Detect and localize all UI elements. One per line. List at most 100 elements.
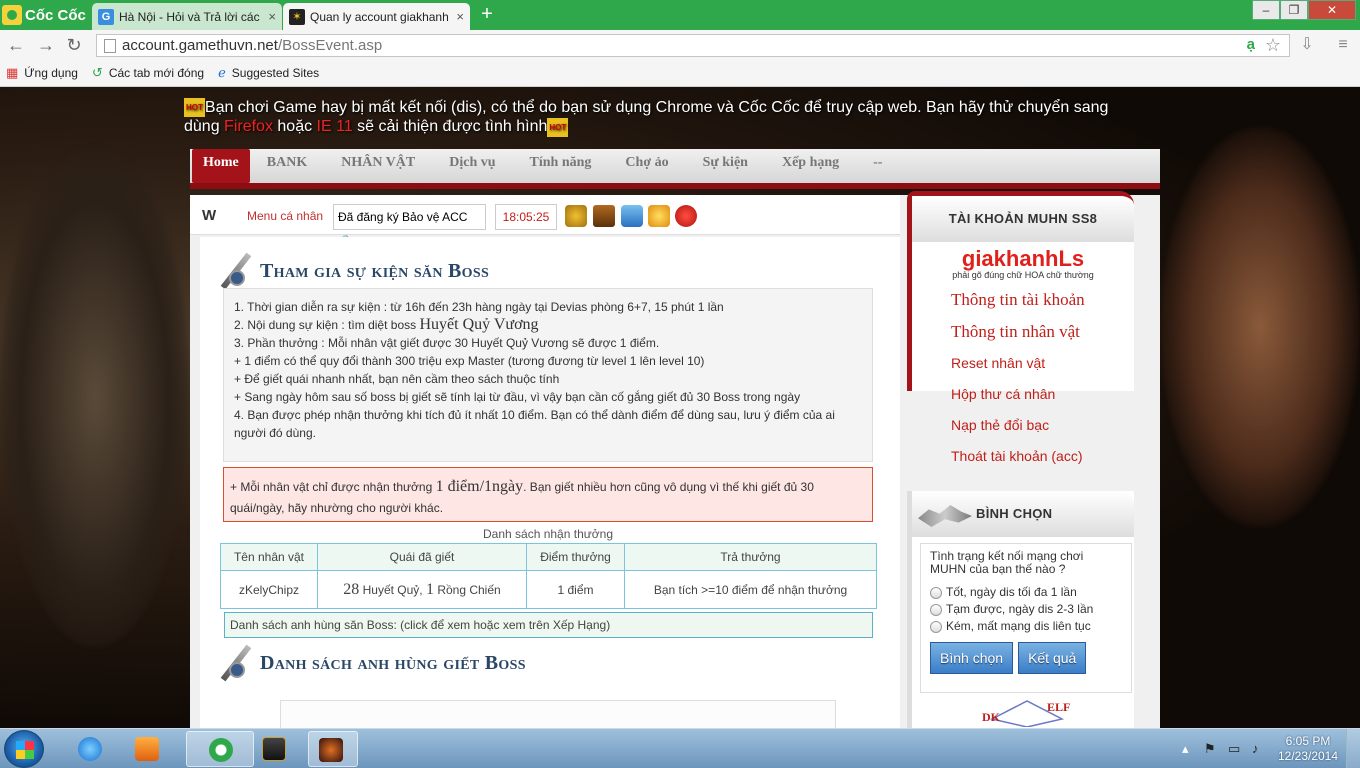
reload-icon[interactable]: ↻: [64, 35, 84, 55]
menu-home[interactable]: Home: [192, 149, 250, 183]
link-character-info[interactable]: Thông tin nhân vật: [951, 316, 1129, 348]
reward-status: Bạn tích >=10 điểm để nhận thưởng: [624, 570, 877, 609]
username: giakhanhLs: [961, 246, 1085, 271]
start-button[interactable]: [4, 730, 44, 768]
reward-table-caption: Danh sách nhận thưởng: [483, 527, 613, 541]
coccoc-logo-icon: [2, 5, 22, 25]
poll-header: BÌNH CHỌN: [912, 491, 1134, 537]
maximize-button[interactable]: ❐: [1280, 0, 1308, 20]
gift-smiley-icon[interactable]: [648, 205, 670, 227]
taskbar-coccoc[interactable]: [186, 731, 254, 767]
minimize-button[interactable]: –: [1252, 0, 1280, 20]
show-desktop-button[interactable]: [1346, 729, 1360, 768]
poll-question: Tình trạng kết nối mạng chơi MUHN của bạ…: [930, 549, 1084, 576]
hot-badge: HOT: [184, 98, 205, 118]
link-account-info[interactable]: Thông tin tài khoản: [951, 284, 1129, 316]
event-rules: 1. Thời gian diễn ra sự kiện : từ 16h đế…: [223, 288, 873, 462]
forward-arrow-icon[interactable]: →: [36, 35, 56, 55]
tab-hanoi[interactable]: G Hà Nội - Hỏi và Trả lời các ×: [92, 3, 282, 30]
link-reset-character[interactable]: Reset nhân vật: [951, 348, 1129, 379]
bookmark-star-icon[interactable]: ☆: [1265, 35, 1281, 56]
media-player-icon: [135, 737, 159, 761]
system-clock[interactable]: 6:05 PM 12/23/2014: [1276, 734, 1340, 764]
close-tab-icon[interactable]: ×: [268, 9, 276, 24]
coccoc-extension-icon[interactable]: ạ: [1247, 36, 1255, 53]
volume-icon[interactable]: ♪: [1252, 741, 1259, 756]
hero-list-link[interactable]: Danh sách anh hùng săn Boss: (click để x…: [224, 612, 873, 638]
sword-icon: [218, 250, 254, 292]
ie-icon: ℯ: [218, 65, 226, 80]
column-header: Trả thưởng: [624, 543, 877, 571]
download-icon[interactable]: ⇩: [1294, 33, 1320, 57]
column-header: Quái đã giết: [317, 543, 527, 571]
taskbar-mu-launcher[interactable]: [308, 731, 358, 767]
bookmark-apps[interactable]: ▦ Ứng dụng: [6, 65, 78, 81]
protect-status[interactable]: Đã đăng ký Bảo vệ ACC🔒: [333, 204, 486, 248]
tab-account[interactable]: ✶ Quan ly account giakhanh ×: [283, 3, 470, 30]
w-logo: W: [202, 207, 217, 224]
event-title: Tham gia sự kiện săn Boss: [218, 251, 489, 291]
menu-icon[interactable]: ≡: [1330, 33, 1356, 57]
game-favicon-icon: ✶: [289, 8, 305, 25]
bookmark-recent-tabs[interactable]: ↺ Các tab mới đóng: [92, 65, 204, 81]
diagram-label-dk: DK: [982, 710, 1001, 724]
back-arrow-icon[interactable]: ←: [6, 35, 26, 55]
poll-panel: BÌNH CHỌN Tình trạng kết nối mạng chơi M…: [907, 491, 1134, 728]
apps-grid-icon: ▦: [6, 65, 19, 80]
windows-logo-icon: [16, 741, 34, 759]
column-header: Điểm thưởng: [526, 543, 625, 571]
hero-board-image: [280, 700, 836, 728]
shopping-cart-icon[interactable]: [621, 205, 643, 227]
menu-character[interactable]: NHÂN VẬT: [324, 149, 432, 183]
menu-ranking[interactable]: Xếp hạng: [765, 149, 856, 183]
connection-notice: HOT Bạn chơi Game hay bị mất kết nối (dis…: [184, 98, 1109, 137]
taskbar-media-player[interactable]: [125, 731, 169, 767]
menu-more[interactable]: --: [856, 149, 899, 183]
history-icon: ↺: [91, 65, 103, 80]
poll-form: Tình trạng kết nối mạng chơi MUHN của bạ…: [920, 543, 1132, 693]
treasure-chest-icon[interactable]: [593, 205, 615, 227]
diagram-label-elf: ELF: [1047, 700, 1070, 714]
link-logout[interactable]: Thoát tài khoản (acc): [951, 441, 1129, 472]
main-menu: Home BANK NHÂN VẬT Dịch vụ Tính năng Chợ…: [190, 149, 1160, 189]
link-inbox[interactable]: Hộp thư cá nhân: [951, 379, 1129, 410]
money-bag-icon[interactable]: [565, 205, 587, 227]
heroes-title: Danh sách anh hùng giết Boss: [218, 643, 526, 683]
flag-icon[interactable]: ⚑: [1204, 741, 1216, 757]
address-bar-row: ← → ↻ account.gamethuvn.net/BossEvent.as…: [0, 30, 1360, 60]
menu-events[interactable]: Sự kiện: [686, 149, 765, 183]
close-window-button[interactable]: ✕: [1308, 0, 1356, 20]
site-favicon-icon: G: [98, 8, 114, 25]
mu-launcher-icon: [319, 738, 343, 762]
poll-option[interactable]: Kém, mất mạng dis liên tục: [930, 619, 1122, 634]
vote-button[interactable]: Bình chọn: [930, 642, 1014, 674]
ie-icon: [78, 737, 102, 761]
link-topup[interactable]: Nạp thẻ đổi bạc: [951, 410, 1129, 441]
taskbar-mu-game[interactable]: [252, 731, 302, 767]
tray-expand-icon[interactable]: ▴: [1182, 741, 1189, 757]
personal-menu-label[interactable]: Menu cá nhân: [247, 209, 323, 223]
menu-services[interactable]: Dịch vụ: [432, 149, 512, 183]
menu-features[interactable]: Tính năng: [513, 149, 609, 183]
server-clock: 18:05:25: [495, 204, 557, 230]
url-input[interactable]: account.gamethuvn.net/BossEvent.asp ạ ☆: [96, 34, 1290, 57]
menu-bank[interactable]: BANK: [250, 149, 324, 183]
new-tab-button[interactable]: +: [476, 4, 498, 25]
bookmark-suggested-sites[interactable]: ℯ Suggested Sites: [218, 65, 319, 81]
mu-game-icon: [262, 737, 286, 761]
menu-market[interactable]: Chợ ảo: [608, 149, 685, 183]
content-area: W Menu cá nhân Đã đăng ký Bảo vệ ACC🔒 18…: [190, 191, 1160, 728]
radio-button[interactable]: [930, 620, 942, 633]
sword-icon: [218, 642, 254, 684]
logout-power-icon[interactable]: [675, 205, 697, 227]
close-tab-icon[interactable]: ×: [456, 9, 464, 24]
taskbar-ie[interactable]: [68, 731, 112, 767]
radio-button[interactable]: [930, 586, 942, 599]
network-icon[interactable]: ▭: [1228, 741, 1240, 757]
page-icon: [104, 38, 116, 53]
radio-button[interactable]: [930, 603, 942, 616]
poll-option[interactable]: Tốt, ngày dis tối đa 1 lần: [930, 585, 1122, 600]
poll-option[interactable]: Tạm được, ngày dis 2-3 lần: [930, 602, 1122, 617]
browser-logo[interactable]: Cốc Cốc: [2, 4, 86, 26]
results-button[interactable]: Kết quả: [1018, 642, 1087, 674]
